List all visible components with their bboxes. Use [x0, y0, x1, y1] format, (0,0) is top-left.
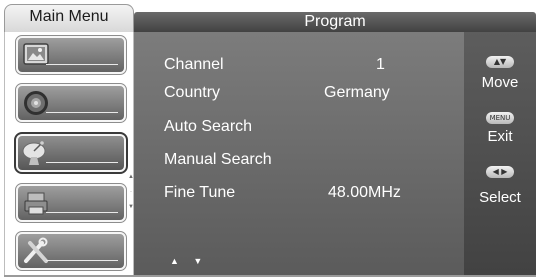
- up-down-key-icon: ▲▼: [486, 56, 514, 68]
- timer-icon: [24, 192, 48, 215]
- tv-osd-frame: Main Menu Program ▲ · ▼ Channel 1 Countr…: [0, 0, 539, 278]
- satellite-dish-icon: [22, 141, 46, 165]
- bottom-divider: [4, 275, 536, 277]
- sidebar: ▲ · ▼: [4, 32, 134, 275]
- country-value: Germany: [324, 84, 390, 101]
- menu-key-icon: MENU: [486, 112, 514, 124]
- page-title: Program: [304, 13, 366, 30]
- picture-icon: [23, 43, 49, 65]
- move-label: Move: [481, 74, 519, 91]
- title-bar: Program: [134, 12, 536, 32]
- country-label[interactable]: Country: [164, 84, 220, 102]
- channel-label[interactable]: Channel: [164, 56, 224, 74]
- main-menu-label: Main Menu: [29, 8, 109, 25]
- exit-label: Exit: [487, 128, 513, 145]
- fine-tune-value: 48.00MHz: [328, 184, 401, 201]
- select-label: Select: [479, 189, 521, 206]
- sidebar-item-program[interactable]: [14, 132, 128, 174]
- sidebar-item-sound[interactable]: [15, 83, 127, 123]
- sidebar-item-picture[interactable]: [15, 35, 127, 75]
- sound-icon: [24, 91, 48, 115]
- left-right-key-icon: ◀ ▶: [486, 166, 514, 178]
- help-column: ▲▼ Move MENU Exit ◀ ▶ Select: [464, 32, 536, 275]
- main-menu-tab[interactable]: Main Menu: [4, 4, 134, 34]
- scroll-dot-icon: ·: [130, 189, 132, 195]
- program-panel: Channel 1 Country Germany Auto Search Ma…: [134, 32, 464, 275]
- sidebar-item-setup[interactable]: [15, 231, 127, 271]
- sidebar-item-timer[interactable]: [15, 183, 127, 223]
- channel-value: 1: [376, 56, 385, 73]
- auto-search-item[interactable]: Auto Search: [164, 118, 252, 136]
- fine-tune-label[interactable]: Fine Tune: [164, 184, 235, 202]
- tools-icon: [24, 237, 48, 263]
- manual-search-item[interactable]: Manual Search: [164, 151, 272, 169]
- page-nav-arrows-icon: ▲ ▼: [170, 256, 209, 266]
